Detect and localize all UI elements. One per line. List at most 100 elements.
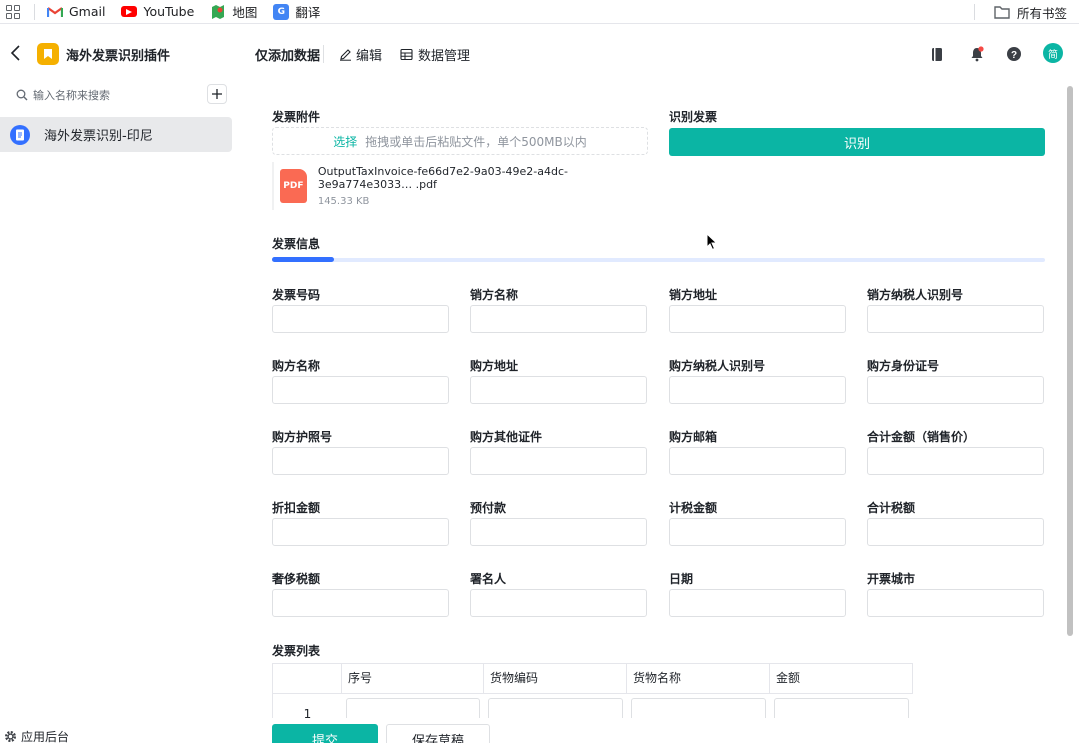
upload-dropzone[interactable]: 选择 拖拽或单击后粘贴文件，单个500MB以内 bbox=[272, 127, 648, 155]
field-input[interactable] bbox=[272, 305, 449, 333]
field-label: 购方身份证号 bbox=[867, 359, 940, 373]
field-label: 折扣金额 bbox=[272, 501, 321, 515]
mouse-cursor-icon bbox=[706, 233, 718, 251]
field-input[interactable] bbox=[867, 305, 1044, 333]
table-row: 1 bbox=[272, 694, 913, 718]
search-icon bbox=[16, 89, 28, 101]
sidebar-item-indonesia-invoice[interactable]: 海外发票识别-印尼 bbox=[0, 117, 232, 152]
field-input[interactable] bbox=[272, 518, 449, 546]
column-header: 序号 bbox=[342, 664, 484, 693]
document-icon bbox=[10, 124, 30, 145]
bookmark-youtube[interactable]: YouTube bbox=[121, 4, 194, 19]
youtube-icon bbox=[121, 6, 138, 17]
pencil-icon bbox=[340, 49, 351, 61]
field-input[interactable] bbox=[669, 589, 846, 617]
bookmark-label: 地图 bbox=[232, 5, 258, 20]
field-input[interactable] bbox=[272, 376, 449, 404]
all-bookmarks-label: 所有书签 bbox=[1016, 5, 1067, 21]
upload-hint: 拖拽或单击后粘贴文件，单个500MB以内 bbox=[365, 134, 587, 149]
bookmark-translate[interactable]: G 翻译 bbox=[273, 2, 320, 21]
field-label: 购方纳税人识别号 bbox=[669, 359, 766, 373]
gmail-icon bbox=[47, 4, 63, 20]
field-input[interactable] bbox=[470, 376, 647, 404]
bookmark-gmail[interactable]: Gmail bbox=[47, 4, 105, 20]
field-input[interactable] bbox=[669, 305, 846, 333]
upload-pick-link[interactable]: 选择 bbox=[333, 133, 357, 150]
field-input[interactable] bbox=[669, 447, 846, 475]
edit-button[interactable]: 编辑 bbox=[339, 45, 382, 64]
field-input[interactable] bbox=[470, 518, 647, 546]
field-input[interactable] bbox=[470, 447, 647, 475]
field-label: 开票城市 bbox=[867, 572, 916, 586]
cell-input[interactable] bbox=[774, 698, 909, 718]
maps-icon bbox=[210, 4, 226, 20]
field-input[interactable] bbox=[669, 376, 846, 404]
recognize-label: 识别发票 bbox=[669, 110, 718, 124]
bookmarks-bar: Gmail YouTube 地图 G 翻译 所有书签 bbox=[0, 0, 1079, 24]
field-label: 购方其他证件 bbox=[470, 430, 543, 444]
tab-indicator bbox=[272, 257, 334, 262]
tab-track bbox=[272, 258, 1045, 262]
cell-input[interactable] bbox=[488, 698, 623, 718]
field-input[interactable] bbox=[272, 589, 449, 617]
cell-input[interactable] bbox=[631, 698, 766, 718]
field-input[interactable] bbox=[867, 447, 1044, 475]
add-button[interactable] bbox=[207, 84, 227, 104]
all-bookmarks[interactable]: 所有书签 bbox=[994, 0, 1067, 24]
pdf-icon: PDF bbox=[280, 169, 307, 203]
app-header: 海外发票识别插件 仅添加数据 编辑 数据管理 ? 简 bbox=[0, 32, 1079, 76]
bookmark-label: YouTube bbox=[143, 4, 195, 19]
translate-icon: G bbox=[273, 3, 290, 20]
field-label: 销方地址 bbox=[669, 288, 718, 302]
back-icon[interactable] bbox=[8, 44, 26, 62]
app-title: 海外发票识别插件 bbox=[66, 49, 171, 64]
field-input[interactable] bbox=[669, 518, 846, 546]
field-label: 署名人 bbox=[470, 572, 507, 586]
data-manage-label: 数据管理 bbox=[418, 49, 471, 64]
uploaded-file[interactable]: PDF OutputTaxInvoice-fe66d7e2-9a03-49e2-… bbox=[272, 162, 648, 210]
column-header: 金额 bbox=[770, 664, 913, 693]
field-label: 销方名称 bbox=[470, 288, 519, 302]
data-manage-button[interactable]: 数据管理 bbox=[400, 45, 470, 64]
mode-label[interactable]: 仅添加数据 bbox=[255, 45, 320, 64]
search-input[interactable]: 输入名称来搜索 bbox=[16, 87, 110, 103]
recognize-button[interactable]: 识别 bbox=[669, 128, 1045, 156]
field-label: 购方护照号 bbox=[272, 430, 333, 444]
sidebar-item-label: 海外发票识别-印尼 bbox=[44, 129, 153, 144]
field-input[interactable] bbox=[867, 589, 1044, 617]
apps-grid-icon[interactable] bbox=[6, 4, 20, 19]
invoice-list-label: 发票列表 bbox=[272, 644, 321, 658]
row-index: 1 bbox=[272, 694, 342, 718]
field-input[interactable] bbox=[470, 589, 647, 617]
folder-icon bbox=[994, 6, 1010, 19]
table-header: 序号 货物编码 货物名称 金额 bbox=[272, 663, 913, 694]
field-label: 发票号码 bbox=[272, 288, 321, 302]
bookmark-label: Gmail bbox=[69, 4, 106, 19]
tab-invoice-info[interactable]: 发票信息 bbox=[272, 235, 320, 252]
field-input[interactable] bbox=[272, 447, 449, 475]
field-label: 日期 bbox=[669, 572, 694, 586]
save-draft-button[interactable]: 保存草稿 bbox=[386, 724, 490, 743]
help-icon[interactable]: ? bbox=[1005, 45, 1023, 63]
plus-icon bbox=[212, 89, 222, 99]
user-avatar[interactable]: 简 bbox=[1043, 43, 1063, 63]
app-logo bbox=[37, 43, 59, 65]
table-icon bbox=[400, 48, 413, 61]
admin-link[interactable]: 应用后台 bbox=[4, 728, 69, 743]
field-input[interactable] bbox=[867, 376, 1044, 404]
field-input[interactable] bbox=[470, 305, 647, 333]
notification-bell-icon[interactable] bbox=[968, 45, 986, 63]
submit-button[interactable]: 提交 bbox=[272, 724, 378, 743]
file-name: OutputTaxInvoice-fe66d7e2-9a03-49e2-a4dc… bbox=[317, 165, 569, 191]
bookmarks-divider bbox=[974, 4, 975, 20]
cell-input[interactable] bbox=[346, 698, 480, 718]
sidebar: 输入名称来搜索 海外发票识别-印尼 应用后台 bbox=[0, 76, 240, 743]
scrollbar[interactable] bbox=[1067, 86, 1073, 636]
column-header: 货物名称 bbox=[627, 664, 770, 693]
bookmark-maps[interactable]: 地图 bbox=[210, 2, 257, 21]
admin-label: 应用后台 bbox=[21, 730, 70, 743]
column-header-blank bbox=[272, 664, 342, 693]
svg-text:?: ? bbox=[1011, 50, 1017, 61]
field-input[interactable] bbox=[867, 518, 1044, 546]
book-icon[interactable] bbox=[928, 45, 946, 63]
